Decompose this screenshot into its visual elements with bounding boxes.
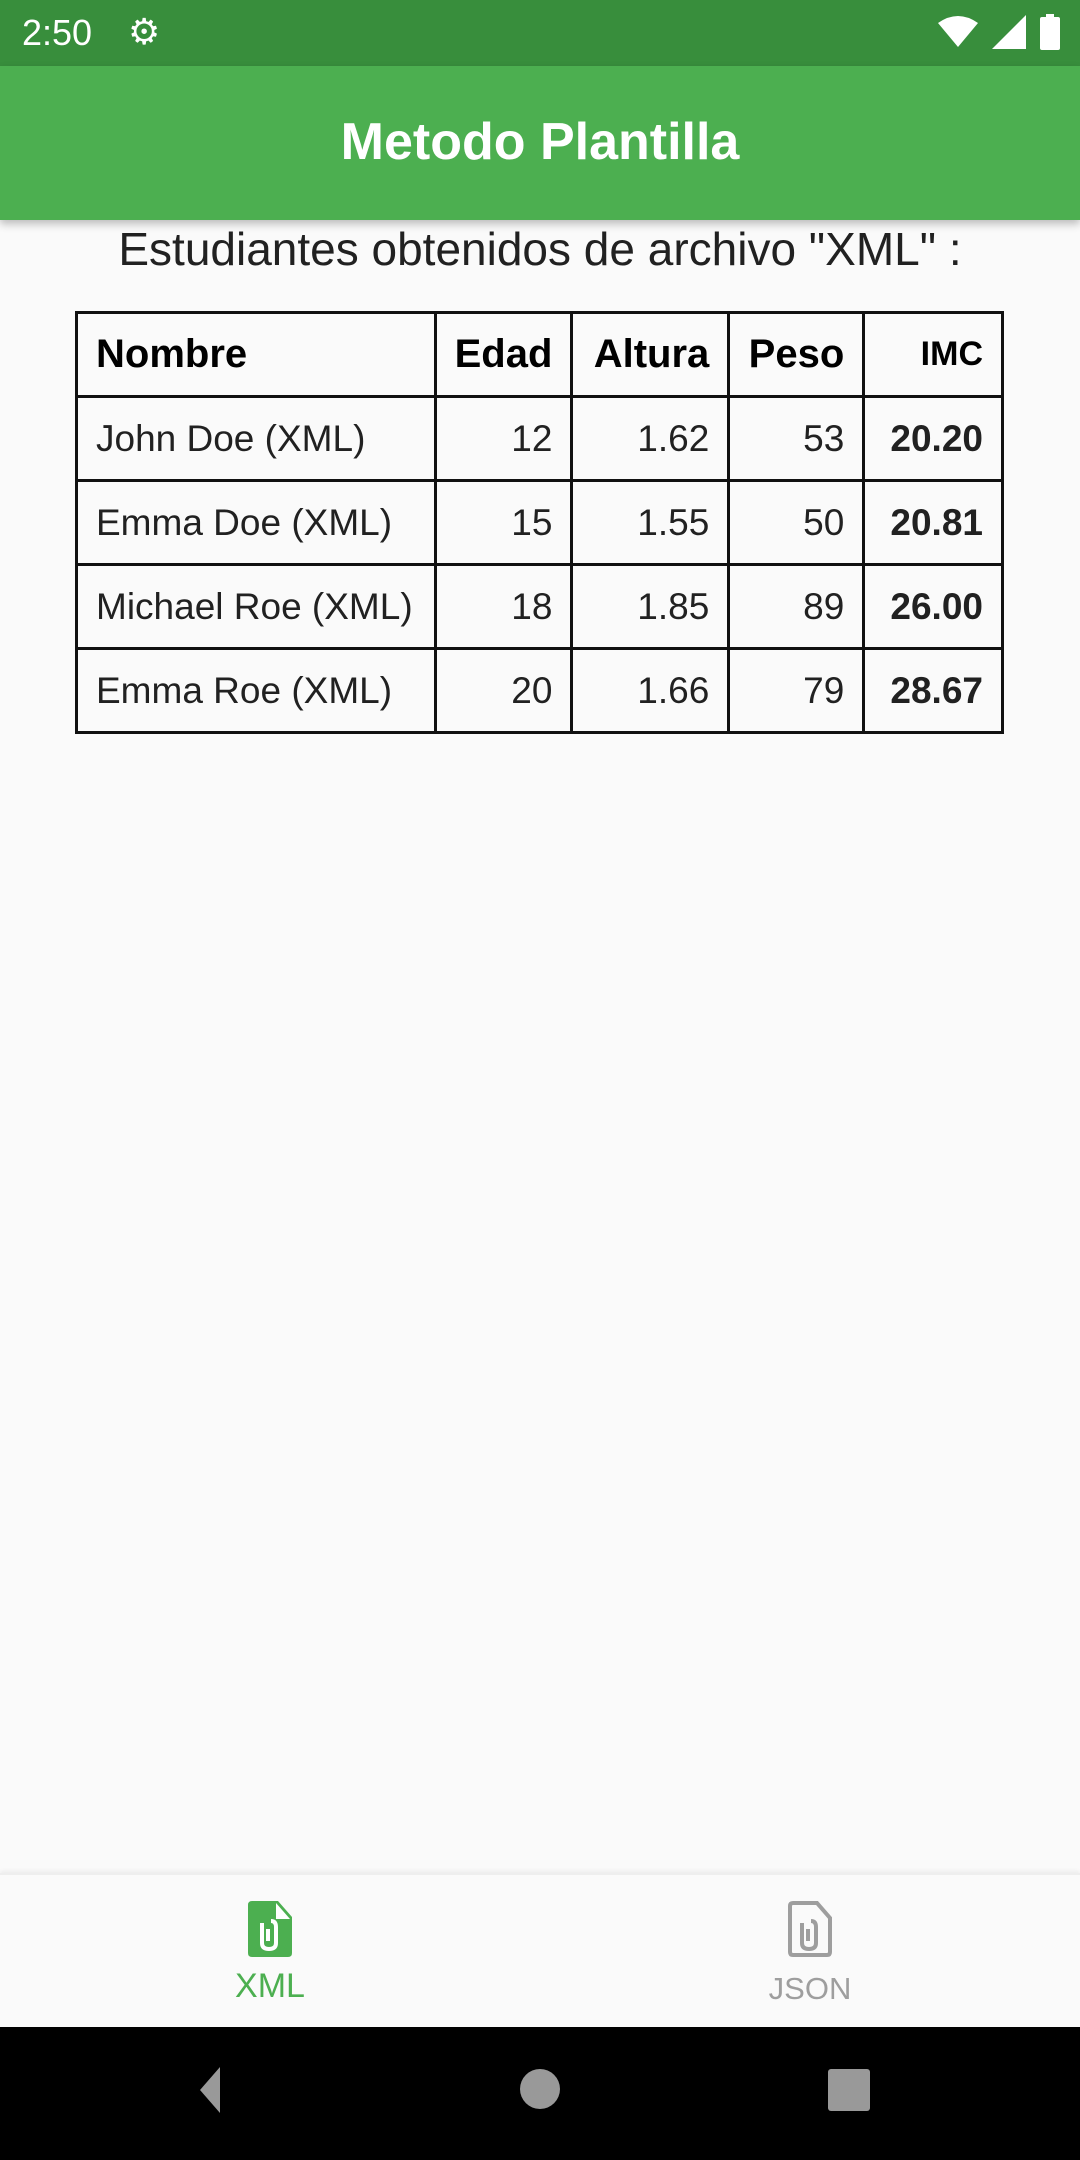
tab-xml[interactable]: XML [0, 1875, 540, 2029]
cell-altura: 1.66 [570, 647, 731, 734]
table-row: Michael Roe (XML) 18 1.85 89 26.00 [75, 563, 1004, 650]
cell-nombre: Emma Roe (XML) [75, 647, 437, 734]
recents-icon[interactable] [828, 2069, 870, 2111]
cell-imc: 20.20 [862, 395, 1004, 482]
table-row: Emma Doe (XML) 15 1.55 50 20.81 [75, 479, 1004, 566]
tab-json-label: JSON [768, 1971, 852, 2006]
cell-edad: 15 [433, 479, 574, 566]
header-edad: Edad [433, 311, 574, 398]
table-row: Emma Roe (XML) 20 1.66 79 28.67 [75, 647, 1004, 734]
cell-imc: 26.00 [862, 563, 1004, 650]
back-icon[interactable] [200, 2067, 222, 2113]
tab-json[interactable]: JSON [540, 1875, 1080, 2029]
file-attachment-icon [788, 1901, 832, 1957]
cell-peso: 53 [727, 395, 866, 482]
table-row: John Doe (XML) 12 1.62 53 20.20 [75, 395, 1004, 482]
cell-peso: 79 [727, 647, 866, 734]
cell-nombre: John Doe (XML) [75, 395, 437, 482]
cell-peso: 50 [727, 479, 866, 566]
bottom-navigation: XML JSON [0, 1873, 1080, 2029]
cell-nombre: Michael Roe (XML) [75, 563, 437, 650]
header-nombre: Nombre [75, 311, 437, 398]
cell-edad: 18 [433, 563, 574, 650]
wifi-icon [938, 16, 978, 47]
gear-icon: ⚙ [128, 11, 161, 52]
system-navigation-bar [0, 2027, 1080, 2160]
signal-icon [992, 15, 1026, 49]
header-imc: IMC [862, 311, 1004, 398]
cell-edad: 20 [433, 647, 574, 734]
cell-altura: 1.62 [570, 395, 731, 482]
home-icon[interactable] [520, 2069, 560, 2109]
students-table: Nombre Edad Altura Peso IMC John Doe (XM… [75, 311, 1004, 734]
header-peso: Peso [727, 311, 866, 398]
cell-imc: 28.67 [862, 647, 1004, 734]
status-time: 2:50 [22, 12, 93, 53]
cell-edad: 12 [433, 395, 574, 482]
file-attachment-icon [248, 1901, 292, 1957]
cell-imc: 20.81 [862, 479, 1004, 566]
app-title: Metodo Plantilla [340, 113, 740, 171]
cell-nombre: Emma Doe (XML) [75, 479, 437, 566]
app-bar: Metodo Plantilla [0, 66, 1080, 220]
cell-peso: 89 [727, 563, 866, 650]
status-bar: 2:50 ⚙ [0, 0, 1080, 66]
subtitle: Estudiantes obtenidos de archivo "XML" : [118, 223, 962, 275]
tab-xml-label: XML [235, 1967, 305, 2005]
battery-icon [1040, 14, 1060, 50]
cell-altura: 1.55 [570, 479, 731, 566]
table-header-row: Nombre Edad Altura Peso IMC [75, 311, 1004, 398]
header-altura: Altura [570, 311, 731, 398]
cell-altura: 1.85 [570, 563, 731, 650]
